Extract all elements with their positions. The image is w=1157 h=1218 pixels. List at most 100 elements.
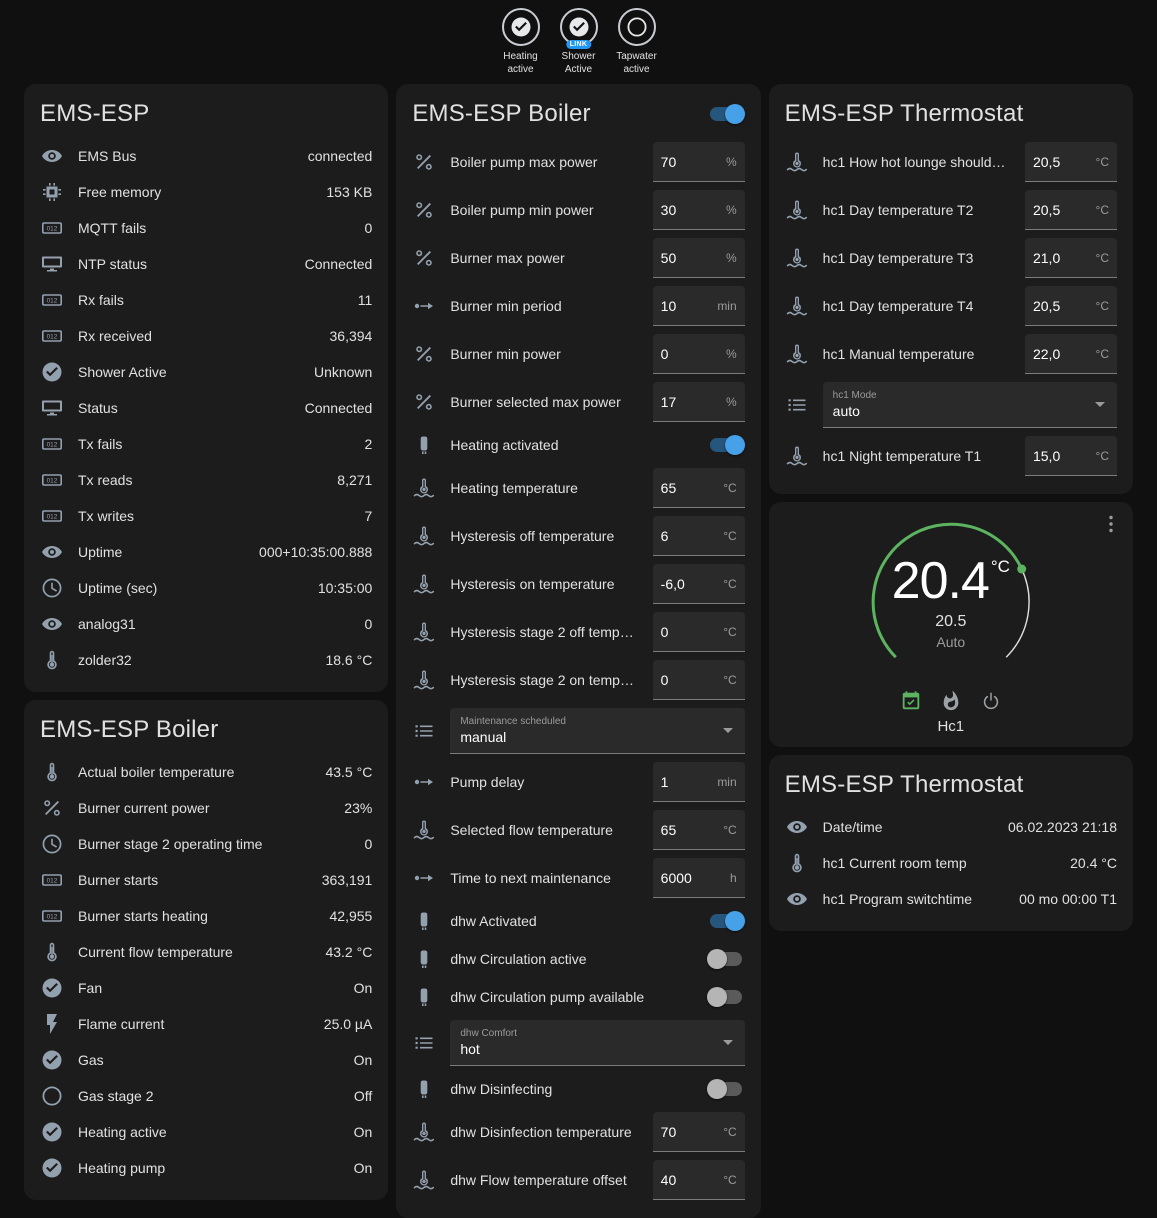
number-input[interactable]: 0°C — [653, 660, 745, 700]
number-input[interactable]: 6000h — [653, 858, 745, 898]
number-row[interactable]: Selected flow temperature65°C — [412, 806, 744, 854]
number-input[interactable]: 40°C — [653, 1160, 745, 1200]
toggle-row[interactable]: dhw Disinfecting — [412, 1070, 744, 1108]
number-input[interactable]: 20,5°C — [1025, 190, 1117, 230]
number-input[interactable]: 65°C — [653, 468, 745, 508]
select-input[interactable]: dhw Comforthot — [450, 1020, 744, 1066]
number-row[interactable]: Burner min power0% — [412, 330, 744, 378]
entity-row[interactable]: hc1 Current room temp20.4 °C — [785, 845, 1117, 881]
number-input[interactable]: -6,0°C — [653, 564, 745, 604]
number-input[interactable]: 0°C — [653, 612, 745, 652]
number-input[interactable]: 65°C — [653, 810, 745, 850]
select-row[interactable]: hc1 Modeauto — [785, 378, 1117, 432]
number-row[interactable]: Burner max power50% — [412, 234, 744, 282]
number-row[interactable]: Hysteresis stage 2 off temp…0°C — [412, 608, 744, 656]
number-input[interactable]: 50% — [653, 238, 745, 278]
entity-row[interactable]: Burner starts363,191 — [40, 862, 372, 898]
number-input[interactable]: 22,0°C — [1025, 334, 1117, 374]
number-input[interactable]: 20,5°C — [1025, 142, 1117, 182]
entity-row[interactable]: Uptime000+10:35:00.888 — [40, 534, 372, 570]
entity-row[interactable]: analog310 — [40, 606, 372, 642]
entity-row[interactable]: hc1 Program switchtime00 mo 00:00 T1 — [785, 881, 1117, 917]
number-input[interactable]: 17% — [653, 382, 745, 422]
badge-tapwater-active[interactable]: Tapwater active — [609, 8, 665, 76]
entity-row[interactable]: Free memory153 KB — [40, 174, 372, 210]
entity-row[interactable]: Current flow temperature43.2 °C — [40, 934, 372, 970]
toggle-row[interactable]: dhw Circulation active — [412, 940, 744, 978]
entity-row[interactable]: FanOn — [40, 970, 372, 1006]
entity-row[interactable]: Shower ActiveUnknown — [40, 354, 372, 390]
entity-row[interactable]: MQTT fails0 — [40, 210, 372, 246]
toggle-switch[interactable] — [707, 949, 745, 969]
number-input[interactable]: 0% — [653, 334, 745, 374]
entity-row[interactable]: NTP statusConnected — [40, 246, 372, 282]
select-row[interactable]: Maintenance scheduledmanual — [412, 704, 744, 758]
card-enable-toggle[interactable] — [707, 104, 745, 124]
entity-row[interactable]: Uptime (sec)10:35:00 — [40, 570, 372, 606]
number-row[interactable]: hc1 Manual temperature22,0°C — [785, 330, 1117, 378]
entity-row[interactable]: Burner starts heating42,955 — [40, 898, 372, 934]
number-row[interactable]: Heating temperature65°C — [412, 464, 744, 512]
entity-row[interactable]: Burner current power23% — [40, 790, 372, 826]
number-row[interactable]: Hysteresis on temperature-6,0°C — [412, 560, 744, 608]
number-row[interactable]: Time to next maintenance6000h — [412, 854, 744, 902]
select-row[interactable]: dhw Comforthot — [412, 1016, 744, 1070]
entity-row[interactable]: Date/time06.02.2023 21:18 — [785, 809, 1117, 845]
toggle-row[interactable]: dhw Circulation pump available — [412, 978, 744, 1016]
entity-row[interactable]: Actual boiler temperature43.5 °C — [40, 754, 372, 790]
entity-row[interactable]: zolder3218.6 °C — [40, 642, 372, 678]
number-input[interactable]: 20,5°C — [1025, 286, 1117, 326]
thermostat-dial[interactable]: 20.4°C 20.5 Auto — [863, 514, 1039, 690]
number-row[interactable]: hc1 Day temperature T420,5°C — [785, 282, 1117, 330]
number-input[interactable]: 21,0°C — [1025, 238, 1117, 278]
entity-row[interactable]: Tx fails2 — [40, 426, 372, 462]
toggle-row[interactable]: Heating activated — [412, 426, 744, 464]
power-icon[interactable] — [980, 690, 1002, 712]
entity-row[interactable]: EMS Busconnected — [40, 138, 372, 174]
number-input[interactable]: 1min — [653, 762, 745, 802]
entity-row[interactable]: Burner stage 2 operating time0 — [40, 826, 372, 862]
number-row[interactable]: Pump delay1min — [412, 758, 744, 806]
number-input[interactable]: 70% — [653, 142, 745, 182]
number-input[interactable]: 70°C — [653, 1112, 745, 1152]
number-row[interactable]: Hysteresis stage 2 on temp…0°C — [412, 656, 744, 704]
toggle-switch[interactable] — [707, 987, 745, 1007]
select-input[interactable]: hc1 Modeauto — [823, 382, 1117, 428]
number-row[interactable]: dhw Disinfection temperature70°C — [412, 1108, 744, 1156]
entity-row[interactable]: Rx fails11 — [40, 282, 372, 318]
number-input[interactable]: 6°C — [653, 516, 745, 556]
number-row[interactable]: Hysteresis off temperature6°C — [412, 512, 744, 560]
toggle-switch[interactable] — [707, 435, 745, 455]
number-input[interactable]: 30% — [653, 190, 745, 230]
menu-dots-icon[interactable] — [1099, 512, 1123, 536]
number-row[interactable]: Burner min period10min — [412, 282, 744, 330]
number-row[interactable]: hc1 Night temperature T115,0°C — [785, 432, 1117, 480]
entity-row[interactable]: Tx reads8,271 — [40, 462, 372, 498]
number-input[interactable]: 15,0°C — [1025, 436, 1117, 476]
number-input[interactable]: 10min — [653, 286, 745, 326]
entity-row[interactable]: Rx received36,394 — [40, 318, 372, 354]
number-row[interactable]: Boiler pump max power70% — [412, 138, 744, 186]
entity-row[interactable]: Tx writes7 — [40, 498, 372, 534]
number-row[interactable]: dhw Flow temperature offset40°C — [412, 1156, 744, 1204]
entity-value: 06.02.2023 21:18 — [1008, 819, 1117, 835]
entity-row[interactable]: Heating activeOn — [40, 1114, 372, 1150]
number-row[interactable]: hc1 How hot lounge should…20,5°C — [785, 138, 1117, 186]
fire-icon[interactable] — [940, 690, 962, 712]
toggle-switch[interactable] — [707, 911, 745, 931]
toggle-switch[interactable] — [707, 1079, 745, 1099]
toggle-row[interactable]: dhw Activated — [412, 902, 744, 940]
entity-row[interactable]: Flame current25.0 µA — [40, 1006, 372, 1042]
badge-heating-active[interactable]: Heating active — [493, 8, 549, 76]
number-row[interactable]: hc1 Day temperature T321,0°C — [785, 234, 1117, 282]
number-row[interactable]: Burner selected max power17% — [412, 378, 744, 426]
entity-row[interactable]: GasOn — [40, 1042, 372, 1078]
badge-shower-active[interactable]: LINK Shower Active — [551, 8, 607, 76]
entity-row[interactable]: Heating pumpOn — [40, 1150, 372, 1186]
number-row[interactable]: hc1 Day temperature T220,5°C — [785, 186, 1117, 234]
calendar-sync-icon[interactable] — [900, 690, 922, 712]
entity-row[interactable]: Gas stage 2Off — [40, 1078, 372, 1114]
select-input[interactable]: Maintenance scheduledmanual — [450, 708, 744, 754]
number-row[interactable]: Boiler pump min power30% — [412, 186, 744, 234]
entity-row[interactable]: StatusConnected — [40, 390, 372, 426]
